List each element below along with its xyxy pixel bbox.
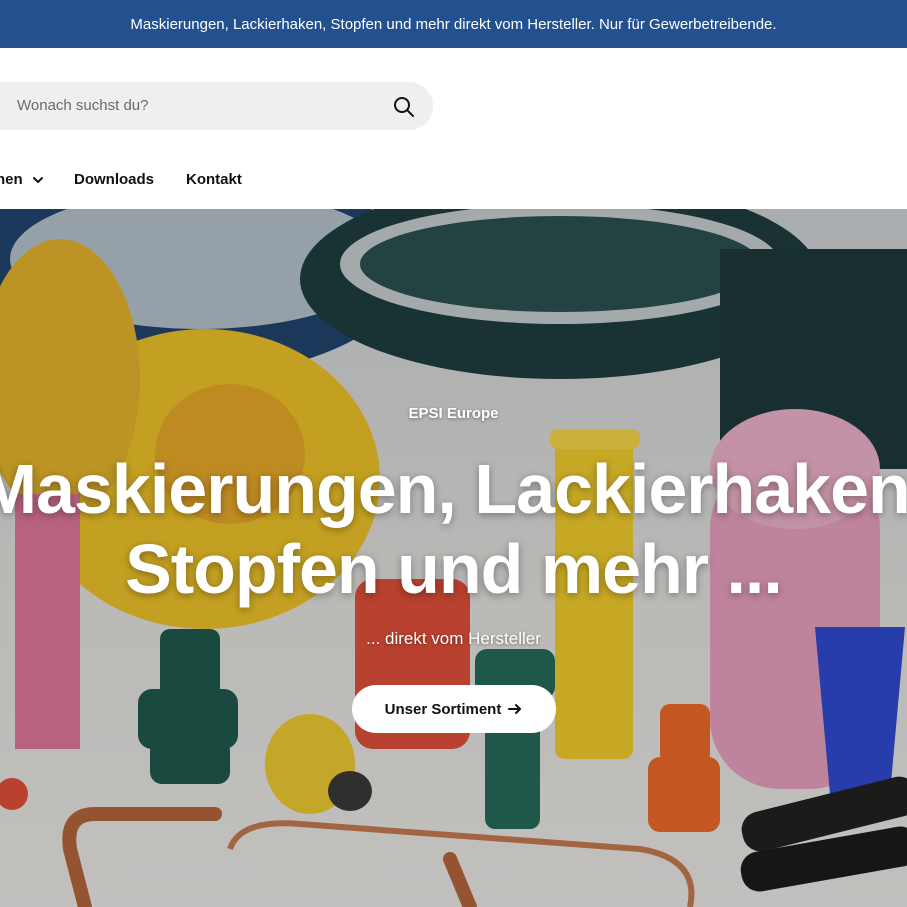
chevron-down-icon [32,177,43,183]
nav-item-label: hen [0,171,23,188]
nav-item-label: Downloads [74,171,155,188]
cta-label: Unser Sortiment [384,700,502,718]
hero-eyebrow: EPSI Europe [408,405,499,422]
nav-item-downloads[interactable]: Downloads [74,168,154,192]
unser-sortiment-button[interactable]: Unser Sortiment [352,685,556,733]
hero-headline: Maskierungen, Lackierhaken, Stopfen und … [0,449,907,609]
announcement-text: Maskierungen, Lackierhaken, Stopfen und … [130,15,777,33]
hero-content: EPSI Europe Maskierungen, Lackierhaken, … [0,209,907,907]
arrow-right-icon [508,704,522,714]
nav-item-products[interactable]: hen [0,168,45,192]
hero-subline: ... direkt vom Hersteller [366,629,541,648]
site-header: Wonach suchst du? hen Downloads Kontakt [0,48,907,209]
nav-item-label: Kontakt [186,171,242,188]
hero-banner: EPSI Europe Maskierungen, Lackierhaken, … [0,209,907,907]
search-input[interactable]: Wonach suchst du? [17,82,148,130]
hero-headline-line-1: Maskierungen, Lackierhaken, [0,450,907,528]
announcement-bar: Maskierungen, Lackierhaken, Stopfen und … [0,0,907,48]
search-icon[interactable] [392,95,416,119]
hero-headline-line-2: Stopfen und mehr ... [125,530,783,608]
nav-item-kontakt[interactable]: Kontakt [186,168,242,192]
search-bar[interactable]: Wonach suchst du? [0,82,433,130]
